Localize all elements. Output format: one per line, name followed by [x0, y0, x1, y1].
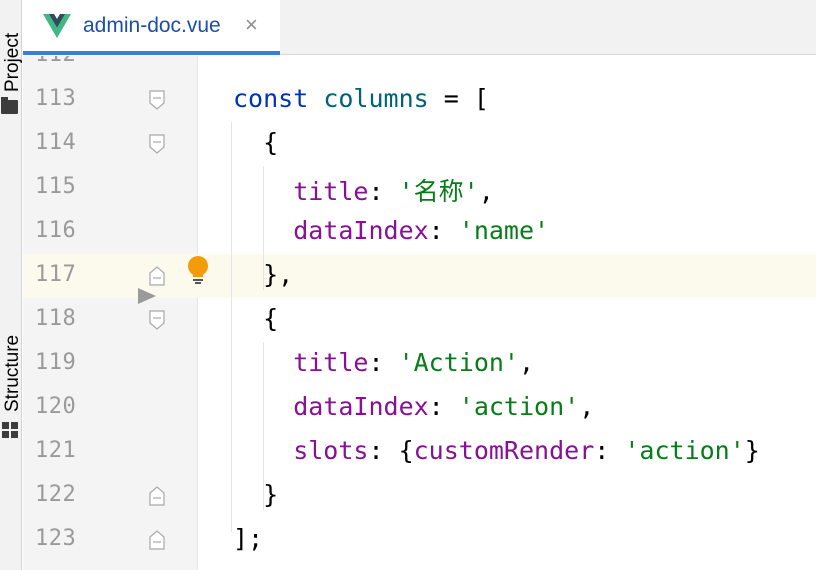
code-token: 'action' [458, 392, 580, 421]
code-token: { [233, 128, 279, 157]
code-text[interactable]: const columns = [ [233, 84, 489, 113]
code-token: 'Action' [398, 348, 519, 377]
code-line[interactable]: 116 dataIndex: 'name' [23, 210, 816, 254]
code-token: columns [323, 84, 429, 113]
code-token: = [ [428, 84, 489, 113]
code-line[interactable]: 119 title: 'Action', [23, 342, 816, 386]
code-line[interactable]: 123]; [23, 518, 816, 562]
code-token: title [233, 348, 369, 377]
code-text[interactable]: { [233, 128, 278, 157]
line-number: 112 [35, 56, 76, 67]
project-tool-tab[interactable]: Project [0, 0, 23, 125]
code-token: { [233, 304, 279, 333]
code-text[interactable]: slots: {customRender: 'action'} [233, 436, 760, 465]
indent-guide [263, 166, 264, 290]
code-line[interactable]: 122 } [23, 474, 816, 518]
code-text[interactable]: dataIndex: 'action', [233, 392, 594, 421]
code-token: : [594, 436, 625, 465]
structure-tool-tab[interactable]: Structure [0, 150, 23, 438]
code-token: '名称' [398, 177, 479, 206]
code-token: , [579, 392, 595, 421]
code-token: : { [368, 436, 414, 465]
line-number: 118 [35, 306, 77, 331]
code-token: title [233, 177, 369, 206]
line-number: 123 [35, 526, 77, 551]
execution-point-arrow [138, 288, 156, 304]
line-number: 114 [35, 130, 77, 155]
code-text[interactable]: } [233, 480, 278, 509]
code-line[interactable]: 118 { [23, 298, 816, 342]
line-number: 119 [35, 350, 77, 375]
code-token: , [519, 348, 535, 377]
code-line[interactable]: 120 dataIndex: 'action', [23, 386, 816, 430]
file-tab-admin-doc[interactable]: admin-doc.vue × [23, 0, 280, 55]
code-line[interactable]: 115 title: '名称', [23, 166, 816, 210]
code-text[interactable]: title: '名称', [233, 172, 494, 208]
line-number: 116 [35, 218, 77, 243]
code-token: : [428, 216, 459, 245]
lightbulb-icon[interactable] [186, 255, 210, 287]
line-number: 117 [35, 262, 77, 287]
code-token: } [744, 436, 760, 465]
code-token: : [368, 348, 399, 377]
fold-close-icon[interactable] [149, 486, 165, 506]
fold-open-icon[interactable] [149, 310, 165, 330]
vue-logo-icon [43, 14, 71, 38]
line-number: 113 [35, 86, 77, 111]
structure-tool-label: Structure [2, 334, 23, 412]
indent-guide [231, 122, 232, 532]
code-line[interactable]: 113 const columns = [ [23, 78, 816, 122]
fold-close-icon[interactable] [149, 530, 165, 550]
file-tab-label: admin-doc.vue [83, 14, 221, 37]
line-number: 120 [35, 394, 77, 419]
code-token: } [233, 480, 279, 509]
code-token: slots [233, 436, 369, 465]
code-line[interactable]: 114 { [23, 122, 816, 166]
code-token: const [233, 84, 324, 113]
line-number: 122 [35, 482, 77, 507]
code-token: ]; [233, 524, 264, 553]
close-icon[interactable]: × [245, 12, 258, 38]
code-text[interactable]: dataIndex: 'name' [233, 216, 549, 245]
code-text[interactable]: ]; [233, 524, 263, 553]
fold-open-icon[interactable] [149, 90, 165, 110]
structure-icon [2, 422, 18, 438]
fold-open-icon[interactable] [149, 134, 165, 154]
code-token: , [478, 177, 494, 206]
code-editor[interactable]: 112113const columns = [114 {115 title: '… [23, 56, 816, 570]
code-token: 'name' [458, 216, 550, 245]
tool-window-strip: Project Structure [0, 0, 23, 570]
editor-tab-bar: admin-doc.vue × [23, 0, 816, 55]
indent-guide [263, 342, 264, 510]
folder-icon [1, 97, 18, 114]
code-token: customRender [413, 436, 595, 465]
project-tool-label: Project [2, 32, 23, 92]
code-line[interactable]: 121 slots: {customRender: 'action'} [23, 430, 816, 474]
code-token: 'action' [624, 436, 745, 465]
code-text[interactable]: { [233, 304, 278, 333]
fold-close-icon[interactable] [149, 266, 165, 286]
code-text[interactable]: title: 'Action', [233, 348, 534, 377]
line-number: 121 [35, 438, 77, 463]
line-number: 115 [35, 174, 77, 199]
code-token: : [428, 392, 459, 421]
code-token: : [368, 177, 399, 206]
code-line: 112 [23, 56, 816, 78]
